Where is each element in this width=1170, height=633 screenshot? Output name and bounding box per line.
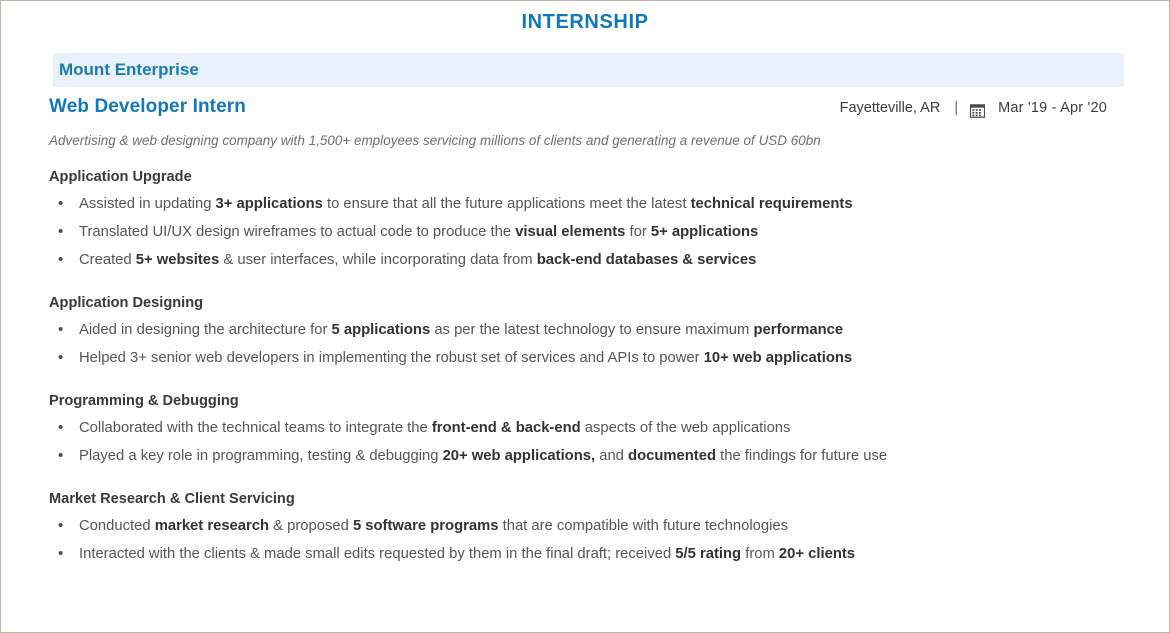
block-heading: Application Upgrade [49,169,192,185]
bullet-highlight: visual elements [515,224,626,240]
experience-blocks: Application Upgrade Assisted in updating … [49,169,1121,568]
job-title: Web Developer Intern [49,96,246,117]
date-range: Mar '19 - Apr '20 [998,100,1107,116]
company-summary: Advertising & web designing company with… [49,133,821,148]
bullet-text: Assisted in updating [79,196,216,212]
bullet-item: Helped 3+ senior web developers in imple… [49,344,1121,372]
block-heading: Programming & Debugging [49,393,239,409]
bullet-list: Aided in designing the architecture for … [49,316,1121,372]
role-row: Web Developer Intern Fayetteville, AR | [49,96,1107,118]
bullet-text: Translated UI/UX design wireframes to ac… [79,224,516,240]
bullet-text: aspects of the web applications [580,420,791,436]
bullet-highlight: 5 software programs [352,518,499,534]
meta-separator: | [954,100,959,116]
block-heading: Application Designing [49,295,204,311]
job-meta: Fayetteville, AR | Mar '19 - Apr '20 [839,100,1107,118]
bullet-list: Conducted market research & proposed 5 s… [49,512,1121,568]
resume-page: INTERNSHIP Mount Enterprise Web Develope… [0,0,1170,633]
bullet-highlight: 20+ web applications, [442,448,596,464]
bullet-text: from [741,546,779,562]
bullet-text: to ensure that all the future applicatio… [322,196,691,212]
bullet-text: Interacted with the clients & made small… [79,546,676,562]
bullet-highlight: 5 applications [331,322,431,338]
bullet-item: Aided in designing the architecture for … [49,316,1121,344]
bullet-text: Conducted [79,518,155,534]
bullet-item: Assisted in updating 3+ applications to … [49,190,1121,218]
bullet-text: Collaborated with the technical teams to… [79,420,432,436]
company-band: Mount Enterprise [53,53,1124,87]
bullet-text: Helped 3+ senior web developers in imple… [79,350,704,366]
bullet-item: Played a key role in programming, testin… [49,442,1121,470]
bullet-text: Aided in designing the architecture for [79,322,332,338]
bullet-item: Created 5+ websites & user interfaces, w… [49,246,1121,274]
bullet-highlight: 5/5 rating [675,546,742,562]
bullet-highlight: performance [753,322,844,338]
bullet-highlight: 5+ applications [650,224,759,240]
bullet-highlight: 3+ applications [215,196,323,212]
calendar-icon [969,103,986,118]
bullet-highlight: technical requirements [690,196,853,212]
bullet-text: and [595,448,629,464]
bullet-highlight: 10+ web applications [703,350,853,366]
bullet-highlight: documented [628,448,716,464]
bullet-text: for [625,224,651,240]
bullet-highlight: 5+ websites [135,252,220,268]
bullet-text: the findings for future use [716,448,888,464]
bullet-list: Collaborated with the technical teams to… [49,414,1121,470]
bullet-text: Played a key role in programming, testin… [79,448,443,464]
page-title: INTERNSHIP [521,11,649,33]
location-text: Fayetteville, AR [839,100,941,116]
bullet-list: Assisted in updating 3+ applications to … [49,190,1121,274]
bullet-highlight: front-end & back-end [431,420,581,436]
bullet-text: & user interfaces, while incorporating d… [219,252,537,268]
bullet-highlight: market research [154,518,270,534]
bullet-highlight: back-end databases & services [536,252,757,268]
block-heading: Market Research & Client Servicing [49,491,295,507]
bullet-text: as per the latest technology to ensure m… [430,322,754,338]
bullet-text: & proposed [269,518,353,534]
bullet-item: Interacted with the clients & made small… [49,540,1121,568]
bullet-item: Translated UI/UX design wireframes to ac… [49,218,1121,246]
bullet-text: Created [79,252,136,268]
bullet-item: Collaborated with the technical teams to… [49,414,1121,442]
bullet-highlight: 20+ clients [778,546,856,562]
company-name: Mount Enterprise [59,60,199,79]
bullet-text: that are compatible with future technolo… [498,518,789,534]
bullet-item: Conducted market research & proposed 5 s… [49,512,1121,540]
